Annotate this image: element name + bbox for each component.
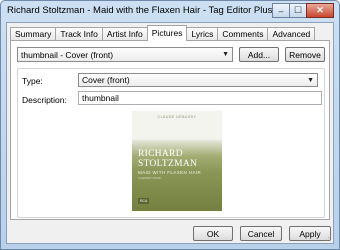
title-bar[interactable]: Richard Stoltzman - Maid with the Flaxen… <box>1 1 339 21</box>
tab-lyrics[interactable]: Lyrics <box>186 27 219 41</box>
tab-strip: Summary Track Info Artist Info Pictures … <box>10 25 316 41</box>
picture-select-value: thumbnail - Cover (front) <box>21 50 114 60</box>
tab-comments[interactable]: Comments <box>217 27 269 41</box>
tab-artist-info[interactable]: Artist Info <box>101 27 148 41</box>
remove-picture-button[interactable]: Remove <box>285 47 325 62</box>
type-select-value: Cover (front) <box>82 75 130 85</box>
chevron-down-icon: ▼ <box>307 77 314 84</box>
description-field[interactable]: thumbnail <box>78 91 322 105</box>
cover-album-title: MAID WITH FLAXEN HAIR <box>138 170 202 175</box>
maximize-button[interactable]: ☐ <box>289 3 307 18</box>
cover-composer-text: CLAUDE DEBUSSY <box>157 115 197 119</box>
close-button[interactable]: ✕ <box>306 3 334 18</box>
minimize-button[interactable]: – <box>272 3 290 18</box>
window-controls: – ☐ ✕ <box>272 3 334 18</box>
resize-grip-icon[interactable]: ⋰ <box>325 234 332 242</box>
tag-editor-window: Richard Stoltzman - Maid with the Flaxen… <box>0 0 340 250</box>
ok-button[interactable]: OK <box>193 226 233 241</box>
tab-pictures[interactable]: Pictures <box>146 25 188 41</box>
picture-details-group: Type: Cover (front) ▼ Description: thumb… <box>17 68 325 218</box>
type-label: Type: <box>22 76 43 86</box>
dialog-body: Summary Track Info Artist Info Pictures … <box>6 22 334 244</box>
tab-summary[interactable]: Summary <box>10 27 57 41</box>
cover-artist-last: STOLTZMAN <box>138 159 198 169</box>
cover-label-logo: RCA <box>138 198 150 204</box>
window-title: Richard Stoltzman - Maid with the Flaxen… <box>7 5 273 16</box>
description-label: Description: <box>22 95 67 105</box>
tab-track-info[interactable]: Track Info <box>55 27 103 41</box>
cover-artist-first: RICHARD <box>138 149 183 159</box>
add-picture-button[interactable]: Add... <box>239 47 279 62</box>
album-cover-image: CLAUDE DEBUSSY RICHARD STOLTZMAN MAID WI… <box>132 111 222 211</box>
chevron-down-icon: ▼ <box>222 51 229 58</box>
type-select[interactable]: Cover (front) ▼ <box>78 73 318 87</box>
pictures-panel: thumbnail - Cover (front) ▼ Add... Remov… <box>10 40 330 220</box>
tab-advanced[interactable]: Advanced <box>267 27 316 41</box>
cover-small-text: CLARINET MUSIC <box>138 176 162 180</box>
picture-select[interactable]: thumbnail - Cover (front) ▼ <box>17 47 233 62</box>
cancel-button[interactable]: Cancel <box>240 226 282 241</box>
